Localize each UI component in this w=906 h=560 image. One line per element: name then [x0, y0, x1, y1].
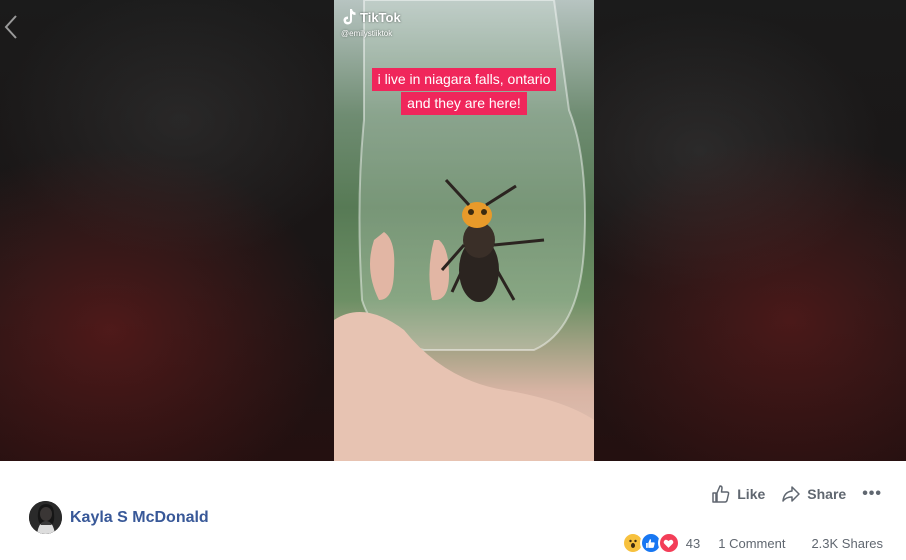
- tiktok-app-name: TikTok: [360, 9, 401, 25]
- avatar[interactable]: [29, 501, 62, 534]
- avatar-image: [29, 501, 62, 534]
- share-arrow-icon: [782, 486, 801, 502]
- love-icon: [657, 532, 680, 554]
- caption-line-2: and they are here!: [401, 92, 527, 115]
- caption-line-1: i live in niagara falls, ontario: [371, 68, 557, 91]
- post-actions: Like Share •••: [711, 484, 882, 504]
- chevron-left-icon: [4, 15, 17, 39]
- thumbs-up-icon: [712, 485, 730, 503]
- reaction-icons[interactable]: [621, 532, 680, 554]
- video-player[interactable]: TikTok @emilystiiktok i live in niagara …: [334, 0, 594, 461]
- more-options-button[interactable]: •••: [862, 485, 882, 503]
- tiktok-handle: @emilystiiktok: [341, 29, 393, 38]
- tiktok-watermark: TikTok: [342, 9, 401, 25]
- author-name-link[interactable]: Kayla S McDonald: [70, 509, 209, 527]
- back-button[interactable]: [2, 12, 22, 42]
- share-label: Share: [807, 486, 847, 502]
- like-label: Like: [737, 486, 766, 502]
- post-author: Kayla S McDonald: [29, 501, 209, 534]
- shares-count-link[interactable]: 2.3K Shares: [811, 536, 883, 551]
- tiktok-logo-icon: [343, 9, 356, 25]
- reaction-count[interactable]: 43: [686, 536, 700, 551]
- share-button[interactable]: Share: [781, 484, 846, 504]
- comments-count-link[interactable]: 1 Comment: [718, 536, 785, 551]
- post-stats: 43 1 Comment 2.3K Shares: [621, 532, 883, 554]
- like-button[interactable]: Like: [711, 484, 765, 504]
- video-caption: i live in niagara falls, ontario and the…: [334, 68, 594, 116]
- media-viewer: TikTok @emilystiiktok i live in niagara …: [0, 0, 906, 461]
